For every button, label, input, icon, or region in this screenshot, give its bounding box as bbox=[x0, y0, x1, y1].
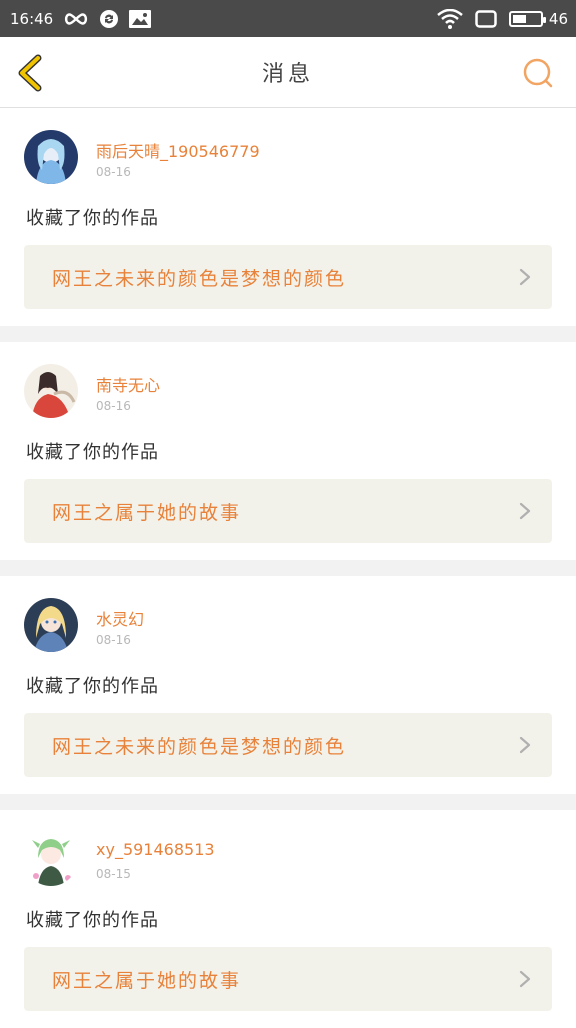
infinity-icon bbox=[63, 12, 89, 26]
username[interactable]: 水灵幻 bbox=[96, 606, 144, 630]
battery-icon bbox=[508, 10, 546, 27]
avatar[interactable] bbox=[24, 832, 78, 886]
message-card: 南寺无心 08-16 收藏了你的作品 网王之属于她的故事 bbox=[0, 342, 576, 560]
work-title: 网王之未来的颜色是梦想的颜色 bbox=[52, 735, 347, 758]
battery-level: 46 bbox=[548, 9, 568, 28]
chevron-right-icon bbox=[519, 268, 531, 286]
message-card: 雨后天晴_190546779 08-16 收藏了你的作品 网王之未来的颜色是梦想… bbox=[0, 108, 576, 326]
work-title: 网王之未来的颜色是梦想的颜色 bbox=[52, 267, 347, 290]
action-text: 收藏了你的作品 bbox=[26, 208, 159, 229]
sync-icon bbox=[99, 9, 119, 29]
message-card: xy_591468513 08-15 收藏了你的作品 网王之属于她的故事 bbox=[0, 810, 576, 1028]
username[interactable]: 雨后天晴_190546779 bbox=[96, 138, 260, 162]
work-link[interactable]: 网王之未来的颜色是梦想的颜色 bbox=[24, 713, 552, 777]
action-text: 收藏了你的作品 bbox=[26, 442, 159, 463]
screen-icon bbox=[475, 9, 497, 28]
avatar[interactable] bbox=[24, 598, 78, 652]
search-icon bbox=[523, 58, 553, 88]
status-time: 16:46 bbox=[10, 9, 54, 28]
username[interactable]: 南寺无心 bbox=[96, 372, 160, 396]
message-date: 08-16 bbox=[96, 399, 131, 413]
work-link[interactable]: 网王之属于她的故事 bbox=[24, 947, 552, 1011]
back-button[interactable] bbox=[14, 54, 48, 92]
page-title: 消息 bbox=[261, 62, 314, 87]
work-link[interactable]: 网王之属于她的故事 bbox=[24, 479, 552, 543]
chevron-right-icon bbox=[519, 502, 531, 520]
chevron-left-icon bbox=[18, 54, 42, 92]
message-list: 雨后天晴_190546779 08-16 收藏了你的作品 网王之未来的颜色是梦想… bbox=[0, 108, 576, 1028]
work-title: 网王之属于她的故事 bbox=[52, 501, 242, 524]
status-bar: 16:46 46 bbox=[0, 0, 576, 37]
action-text: 收藏了你的作品 bbox=[26, 676, 159, 697]
chevron-right-icon bbox=[519, 970, 531, 988]
message-date: 08-15 bbox=[96, 867, 131, 881]
avatar[interactable] bbox=[24, 364, 78, 418]
message-card: 水灵幻 08-16 收藏了你的作品 网王之未来的颜色是梦想的颜色 bbox=[0, 576, 576, 794]
work-title: 网王之属于她的故事 bbox=[52, 969, 242, 992]
top-nav-bar: 消息 bbox=[0, 37, 576, 108]
message-date: 08-16 bbox=[96, 165, 131, 179]
work-link[interactable]: 网王之未来的颜色是梦想的颜色 bbox=[24, 245, 552, 309]
message-date: 08-16 bbox=[96, 633, 131, 647]
action-text: 收藏了你的作品 bbox=[26, 910, 159, 931]
image-icon bbox=[129, 9, 152, 28]
username[interactable]: xy_591468513 bbox=[96, 840, 215, 859]
search-button[interactable] bbox=[522, 57, 554, 89]
avatar[interactable] bbox=[24, 130, 78, 184]
wifi-icon bbox=[437, 8, 463, 29]
chevron-right-icon bbox=[519, 736, 531, 754]
